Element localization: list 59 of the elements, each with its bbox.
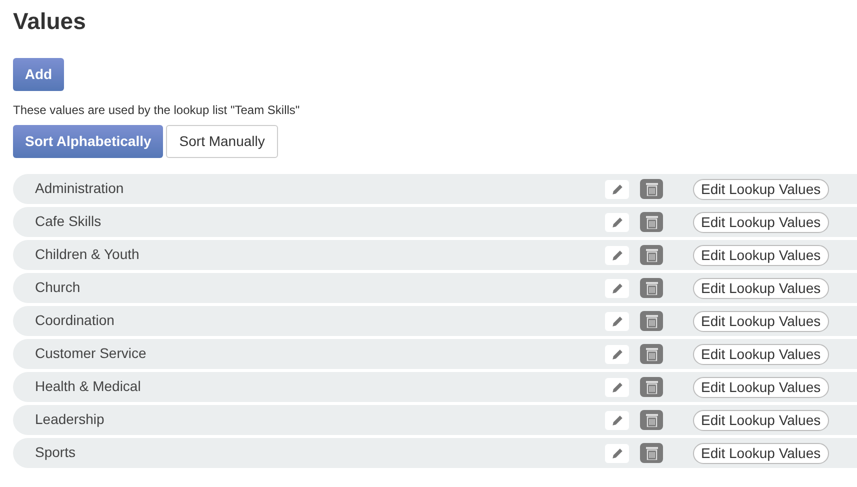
edit-lookup-values-button[interactable]: Edit Lookup Values [693,311,829,332]
trash-icon [646,281,658,295]
value-name: Customer Service [35,344,146,363]
edit-lookup-values-button[interactable]: Edit Lookup Values [693,179,829,200]
trash-icon [646,413,658,427]
edit-lookup-values-button[interactable]: Edit Lookup Values [693,344,829,365]
edit-lookup-values-button[interactable]: Edit Lookup Values [693,245,829,266]
edit-lookup-values-button[interactable]: Edit Lookup Values [693,410,829,431]
edit-button[interactable] [605,378,629,397]
trash-icon [646,182,658,196]
trash-icon [646,380,658,394]
trash-icon [646,347,658,361]
edit-lookup-values-button[interactable]: Edit Lookup Values [693,212,829,233]
edit-button[interactable] [605,444,629,463]
delete-button[interactable] [640,212,663,232]
value-name: Church [35,278,80,297]
edit-button[interactable] [605,345,629,364]
edit-button[interactable] [605,213,629,232]
edit-lookup-values-button[interactable]: Edit Lookup Values [693,278,829,299]
pencil-icon [610,381,624,394]
edit-button[interactable] [605,279,629,298]
value-name: Coordination [35,311,114,330]
delete-button[interactable] [640,410,663,430]
pencil-icon [610,414,624,427]
pencil-icon [610,282,624,295]
sort-button[interactable]: Sort Manually [166,125,278,158]
delete-button[interactable] [640,245,663,265]
pencil-icon [610,315,624,328]
pencil-icon [610,216,624,229]
value-name: Health & Medical [35,377,141,396]
delete-button[interactable] [640,278,663,298]
delete-button[interactable] [640,179,663,199]
value-name: Children & Youth [35,245,140,264]
edit-button[interactable] [605,180,629,199]
value-name: Cafe Skills [35,212,102,231]
value-name: Administration [35,179,124,198]
edit-button[interactable] [605,411,629,430]
pencil-icon [610,183,624,196]
trash-icon [646,446,658,460]
delete-button[interactable] [640,344,663,364]
pencil-icon [610,348,624,361]
trash-icon [646,314,658,328]
edit-lookup-values-button[interactable]: Edit Lookup Values [693,377,829,398]
value-name: Sports [35,443,76,462]
edit-button[interactable] [605,246,629,265]
pencil-icon [610,447,624,460]
value-name: Leadership [35,410,104,429]
edit-lookup-values-button[interactable]: Edit Lookup Values [693,443,829,464]
page-title: Values [13,7,87,36]
trash-icon [646,215,658,229]
sort-button[interactable]: Sort Alphabetically [13,125,164,158]
edit-button[interactable] [605,312,629,331]
description-text: These values are used by the lookup list "Team Skills" [13,103,301,117]
delete-button[interactable] [640,311,663,331]
trash-icon [646,248,658,262]
delete-button[interactable] [640,443,663,463]
delete-button[interactable] [640,377,663,397]
add-button[interactable]: Add [13,58,64,91]
pencil-icon [610,249,624,262]
